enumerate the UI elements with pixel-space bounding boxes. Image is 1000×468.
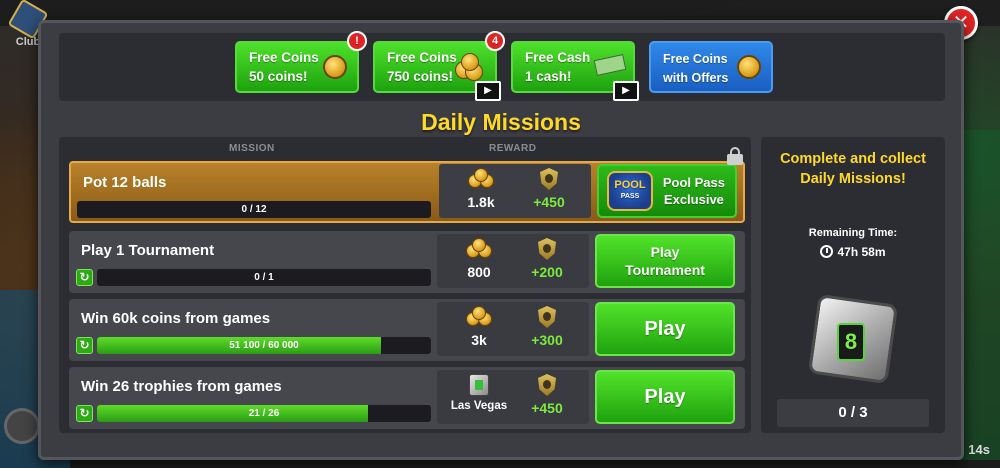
progress-text: 21 / 26 [248, 408, 280, 419]
pool-pass-logo-icon: POOL PASS [607, 171, 653, 211]
side-reward-panel: Complete and collect Daily Missions! Rem… [761, 137, 945, 433]
refresh-icon[interactable]: ↻ [76, 269, 93, 286]
action-line2: Tournament [625, 262, 705, 278]
offer-free-coins-750[interactable]: Free Coins 750 coins! 4 ▶ [373, 31, 505, 101]
reward-coins-value: 800 [467, 264, 491, 280]
action-line2: Exclusive [663, 192, 724, 207]
action-line1: Pool Pass [662, 175, 725, 190]
reward-coins: 1.8k [451, 168, 511, 210]
coin-icon [323, 55, 347, 79]
reward-points: +450 [517, 374, 577, 416]
remaining-time: 47h 58m [761, 245, 945, 259]
mission-progress-bar: 51 100 / 60 000 [97, 337, 431, 354]
mission-title: Pot 12 balls [83, 174, 167, 191]
count-badge: 4 [485, 31, 505, 51]
reward-points-value: +200 [531, 264, 563, 280]
reward-coins-value: 3k [471, 332, 487, 348]
reward-cue-value: Las Vegas [450, 400, 508, 412]
play-button[interactable]: Play [595, 370, 735, 424]
reward-points-value: +450 [533, 194, 565, 210]
mission-title: Win 26 trophies from games [81, 378, 282, 395]
pass-points-icon [538, 306, 556, 328]
crate-label: 8 [837, 323, 865, 361]
reward-points: +300 [517, 306, 577, 348]
missions-completed-counter: 0 / 3 [777, 399, 929, 427]
reward-box: 1.8k +450 [439, 164, 591, 218]
pass-points-icon [540, 168, 558, 190]
alert-badge: ! [347, 31, 367, 51]
refresh-icon[interactable]: ↻ [76, 337, 93, 354]
reward-points-value: +300 [531, 332, 563, 348]
action-line1: Play [650, 244, 680, 260]
video-ad-icon: ▶ [613, 81, 639, 101]
play-button[interactable]: Play [595, 302, 735, 356]
coins-icon [464, 306, 494, 328]
mission-row: Win 60k coins from games ↻ 51 100 / 60 0… [69, 299, 745, 361]
coin-icon [737, 55, 761, 79]
mission-progress-bar: 0 / 12 [77, 201, 431, 218]
offer-free-coins-with-offers[interactable]: Free Coins with Offers [649, 41, 773, 93]
column-header-reward: REWARD [489, 143, 537, 154]
reward-points-value: +450 [531, 400, 563, 416]
lock-icon [727, 147, 743, 165]
mission-title: Play 1 Tournament [81, 242, 215, 259]
reward-points: +450 [519, 168, 579, 210]
coins-icon [466, 168, 496, 190]
missions-list: MISSION REWARD Pot 12 balls 0 / 12 1.8k … [59, 137, 751, 433]
progress-text: 51 100 / 60 000 [229, 340, 299, 351]
coins-icon [464, 238, 494, 260]
reward-box: Las Vegas +450 [437, 370, 589, 424]
mission-row: Win 26 trophies from games ↻ 21 / 26 Las… [69, 367, 745, 429]
column-header-mission: MISSION [229, 143, 275, 154]
reward-coins: 3k [449, 306, 509, 348]
mission-progress-bar: 21 / 26 [97, 405, 431, 422]
coin-stack-icon [455, 51, 487, 83]
daily-missions-panel: Free Coins 50 coins! ! Free Coins 750 co… [38, 20, 964, 460]
progress-text: 0 / 1 [254, 272, 274, 283]
page-title: Daily Missions [421, 109, 581, 135]
pass-points-icon [538, 374, 556, 396]
video-ad-icon: ▶ [475, 81, 501, 101]
pass-points-icon [538, 238, 556, 260]
clubs-label: Club [15, 36, 41, 48]
refresh-icon[interactable]: ↻ [76, 405, 93, 422]
reward-points: +200 [517, 238, 577, 280]
settings-gear-icon [4, 408, 40, 444]
pool-pass-exclusive-button[interactable]: POOL PASS Pool Pass Exclusive [597, 164, 737, 218]
offer-free-coins-50[interactable]: Free Coins 50 coins! ! [235, 31, 367, 93]
mission-title: Win 60k coins from games [81, 310, 271, 327]
las-vegas-cube-icon [469, 374, 489, 396]
reward-crate-icon: 8 [803, 287, 903, 385]
background-table-right [960, 130, 1000, 460]
side-heading: Complete and collect Daily Missions! [780, 151, 926, 187]
reward-cue: Las Vegas [449, 374, 509, 412]
reward-box: 3k +300 [437, 302, 589, 356]
reward-box: 800 +200 [437, 234, 589, 288]
remaining-time-label: Remaining Time: [808, 227, 898, 239]
clock-icon [820, 245, 834, 258]
offer-bar: Free Coins 50 coins! ! Free Coins 750 co… [59, 31, 945, 101]
offer-free-cash[interactable]: Free Cash 1 cash! ▶ [511, 41, 639, 101]
reward-coins-value: 1.8k [467, 194, 495, 210]
reward-coins: 800 [449, 238, 509, 280]
mission-progress-bar: 0 / 1 [97, 269, 431, 286]
mission-row: Play 1 Tournament ↻ 0 / 1 800 +200 Play [69, 231, 745, 293]
remaining-time-value: 47h 58m [837, 245, 886, 259]
progress-text: 0 / 12 [241, 204, 267, 215]
mission-row: Pot 12 balls 0 / 12 1.8k +450 POOL PASS [69, 147, 745, 223]
play-tournament-button[interactable]: Play Tournament [595, 234, 735, 288]
